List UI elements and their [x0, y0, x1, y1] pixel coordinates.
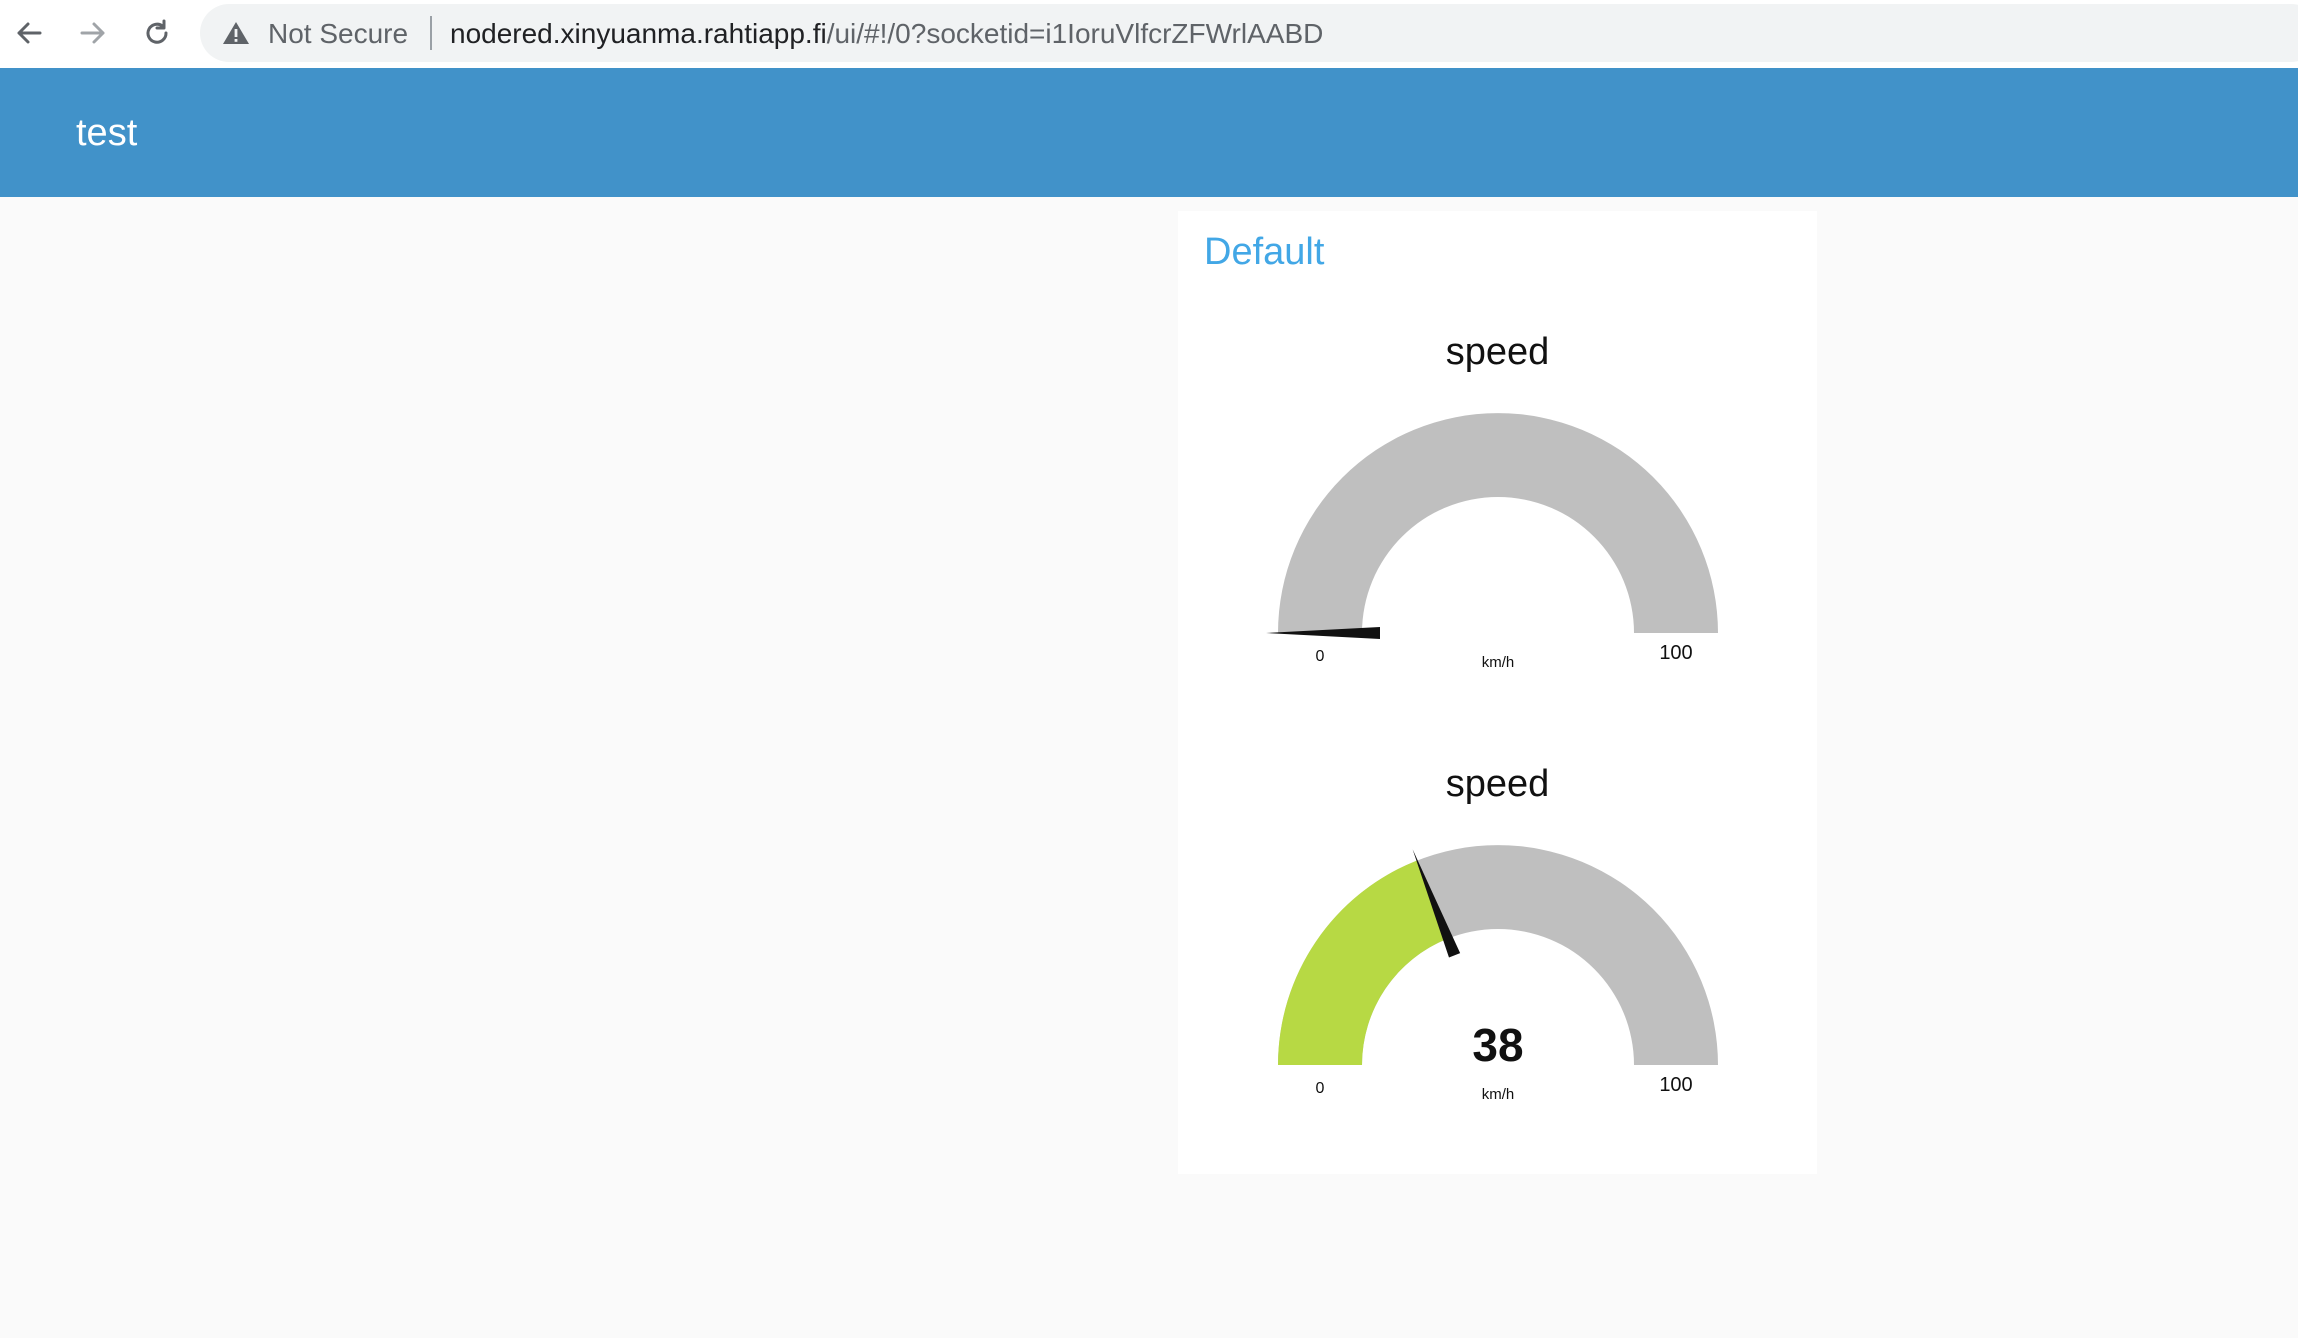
page-title: test — [76, 112, 138, 154]
forward-button[interactable] — [70, 10, 116, 56]
arrow-right-icon — [80, 22, 105, 44]
omnibox-divider — [430, 16, 432, 50]
url-text[interactable]: nodered.xinyuanma.rahtiapp.fi/ui/#!/0?so… — [450, 18, 1323, 50]
reload-button[interactable] — [134, 10, 180, 56]
speed-gauge: 0 100 km/h — [1266, 413, 1718, 671]
url-path: /ui/#!/0?socketid=i1IoruVlfcrZFWrlAABD — [826, 18, 1324, 49]
gauge-title: speed — [1445, 763, 1550, 805]
group-card: Default speed 0 100 km/h speed 0 100 km/h 38 — [1178, 211, 1817, 1174]
arrow-left-icon — [17, 22, 42, 44]
address-bar[interactable]: Not Secure nodered.xinyuanma.rahtiapp.fi… — [200, 4, 2298, 62]
speed-gauge: 0 100 km/h 38 — [1278, 845, 1718, 1103]
gauge-units: km/h — [1482, 1086, 1515, 1103]
gauge-min-label: 0 — [1316, 648, 1325, 665]
gauge-track — [1278, 413, 1718, 633]
reload-icon — [146, 19, 168, 44]
url-host: nodered.xinyuanma.rahtiapp.fi — [450, 18, 827, 49]
warning-icon[interactable] — [222, 21, 250, 45]
security-status[interactable]: Not Secure — [268, 18, 408, 50]
back-button[interactable] — [6, 10, 52, 56]
gauge-value: 38 — [1472, 1019, 1523, 1071]
gauge-min-label: 0 — [1316, 1080, 1325, 1097]
browser-toolbar: Not Secure nodered.xinyuanma.rahtiapp.fi… — [0, 0, 2298, 69]
group-title: Default — [1204, 231, 1325, 273]
gauge-value-arc — [1278, 860, 1448, 1065]
gauge-title: speed — [1445, 331, 1550, 373]
gauge-max-label: 100 — [1659, 1074, 1692, 1096]
gauge-units: km/h — [1482, 654, 1515, 671]
gauge-max-label: 100 — [1659, 642, 1692, 664]
dashboard-header: test — [0, 68, 2298, 197]
